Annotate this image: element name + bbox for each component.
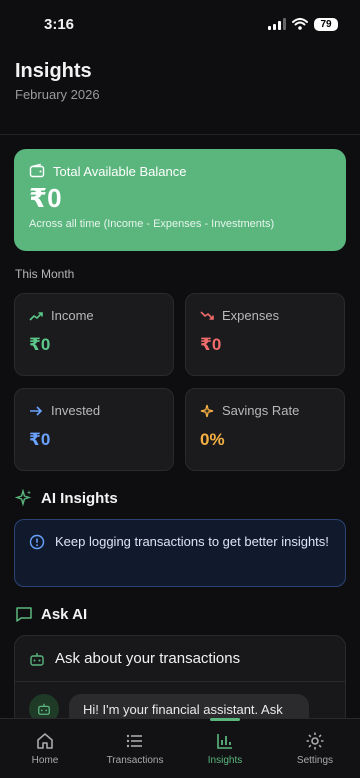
income-card[interactable]: Income ₹0	[14, 293, 174, 376]
ask-ai-title: Ask AI	[41, 605, 88, 623]
list-icon	[126, 734, 142, 748]
bottom-tab-bar: Home Transactions Insights Settings	[0, 718, 360, 778]
page-header: Insights February 2026	[0, 48, 360, 120]
sparkles-icon	[15, 489, 32, 507]
savings-rate-card[interactable]: Savings Rate 0%	[185, 388, 345, 471]
status-bar: 3:16 79	[0, 0, 360, 48]
tab-insights[interactable]: Insights	[180, 719, 270, 778]
ai-insight-text: Keep logging transactions to get better …	[55, 534, 329, 549]
invested-value: ₹0	[29, 430, 51, 449]
main-content[interactable]: Total Available Balance ₹0 Across all ti…	[0, 135, 360, 735]
chat-icon	[16, 607, 32, 622]
invested-card[interactable]: Invested ₹0	[14, 388, 174, 471]
wallet-icon	[29, 163, 45, 178]
page-subtitle: February 2026	[15, 87, 100, 102]
gear-icon	[306, 732, 324, 750]
tab-home[interactable]: Home	[0, 719, 90, 778]
status-icons: 79	[268, 17, 338, 31]
balance-card: Total Available Balance ₹0 Across all ti…	[14, 149, 346, 251]
sparkle-icon	[200, 404, 214, 417]
battery-indicator: 79	[314, 17, 338, 31]
balance-amount: ₹0	[29, 183, 62, 213]
status-time: 3:16	[44, 15, 75, 33]
chat-divider	[15, 681, 345, 682]
trending-up-icon	[29, 311, 43, 321]
ask-ai-card-title: Ask about your transactions	[55, 650, 241, 667]
tab-transactions[interactable]: Transactions	[90, 719, 180, 778]
tab-settings[interactable]: Settings	[270, 719, 360, 778]
trending-down-icon	[200, 310, 214, 320]
balance-label: Total Available Balance	[53, 163, 187, 179]
tab-insights-label: Insights	[207, 755, 243, 766]
savings-rate-value: 0%	[200, 430, 225, 449]
info-icon	[29, 534, 45, 550]
income-label: Income	[51, 308, 94, 323]
balance-note: Across all time (Income - Expenses - Inv…	[29, 218, 275, 230]
ask-ai-header: Ask AI	[15, 605, 346, 623]
tab-settings-label: Settings	[296, 755, 334, 766]
ai-insights-header: AI Insights	[15, 489, 346, 507]
expenses-card[interactable]: Expenses ₹0	[185, 293, 345, 376]
savings-rate-label: Savings Rate	[222, 403, 300, 418]
month-stats-grid: Income ₹0 Expenses ₹0 Invested ₹0 Saving…	[14, 293, 346, 471]
this-month-label: This Month	[15, 267, 75, 281]
ai-insights-title: AI Insights	[41, 489, 118, 507]
chart-icon	[217, 734, 232, 749]
wifi-icon	[292, 18, 308, 30]
expenses-value: ₹0	[200, 335, 222, 354]
tab-transactions-label: Transactions	[106, 755, 164, 766]
cellular-signal-icon	[268, 18, 286, 30]
page-title: Insights	[15, 60, 92, 82]
expenses-label: Expenses	[222, 308, 280, 323]
arrow-right-icon	[30, 405, 43, 416]
income-value: ₹0	[29, 335, 51, 354]
bot-avatar-icon	[38, 703, 50, 715]
tab-home-label: Home	[31, 755, 59, 766]
invested-label: Invested	[51, 403, 101, 418]
bot-icon	[30, 652, 44, 666]
home-icon	[37, 733, 53, 749]
ai-insight-message: Keep logging transactions to get better …	[14, 519, 346, 587]
